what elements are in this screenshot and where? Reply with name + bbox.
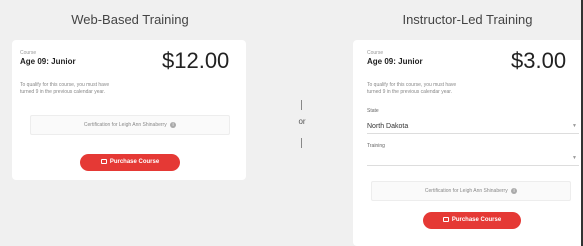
info-icon[interactable]: i [511,187,518,194]
certification-box[interactable]: Certification for Leigh Ann Shinaberry i [371,181,571,201]
qualify-text: To qualify for this course, you must hav… [367,82,457,95]
training-options-page: Web-Based Training Course Age 09: Junior… [0,0,583,246]
purchase-course-button[interactable]: Purchase Course [80,154,180,171]
divider-line-bottom [301,138,302,148]
cart-icon [442,216,449,222]
certification-box[interactable]: Certification for Leigh Ann Shinaberry i [30,115,230,135]
info-icon[interactable]: i [170,121,177,128]
or-label: or [298,117,306,126]
course-caption: Course [367,50,384,56]
chevron-down-icon: ▼ [572,155,577,161]
chevron-down-icon: ▼ [572,123,577,129]
web-based-training-title: Web-Based Training [71,12,189,27]
instructor-led-training-card: Course Age 09: Junior $3.00 To qualify f… [353,40,583,246]
purchase-button-label: Purchase Course [109,159,160,165]
course-price: $3.00 [511,48,567,73]
state-select[interactable]: North Dakota ▼ [367,120,579,134]
course-caption: Course [20,50,37,56]
certification-text: Certification for Leigh Ann Shinaberry [424,188,508,194]
course-name: Age 09: Junior [367,57,423,66]
or-divider: or [296,100,308,148]
course-name: Age 09: Junior [20,57,76,66]
state-label: State [367,108,379,114]
certification-text: Certification for Leigh Ann Shinaberry [83,122,167,128]
state-value: North Dakota [367,123,409,130]
training-select[interactable]: ▼ [367,152,579,166]
purchase-button-label: Purchase Course [451,217,502,223]
course-price: $12.00 [162,48,230,73]
qualify-text: To qualify for this course, you must hav… [20,82,110,95]
purchase-course-button[interactable]: Purchase Course [423,212,521,229]
web-based-training-card: Course Age 09: Junior $12.00 To qualify … [12,40,246,180]
divider-line-top [301,100,302,110]
instructor-led-training-title: Instructor-Led Training [402,12,533,27]
training-label: Training [367,143,385,149]
cart-icon [100,158,107,164]
